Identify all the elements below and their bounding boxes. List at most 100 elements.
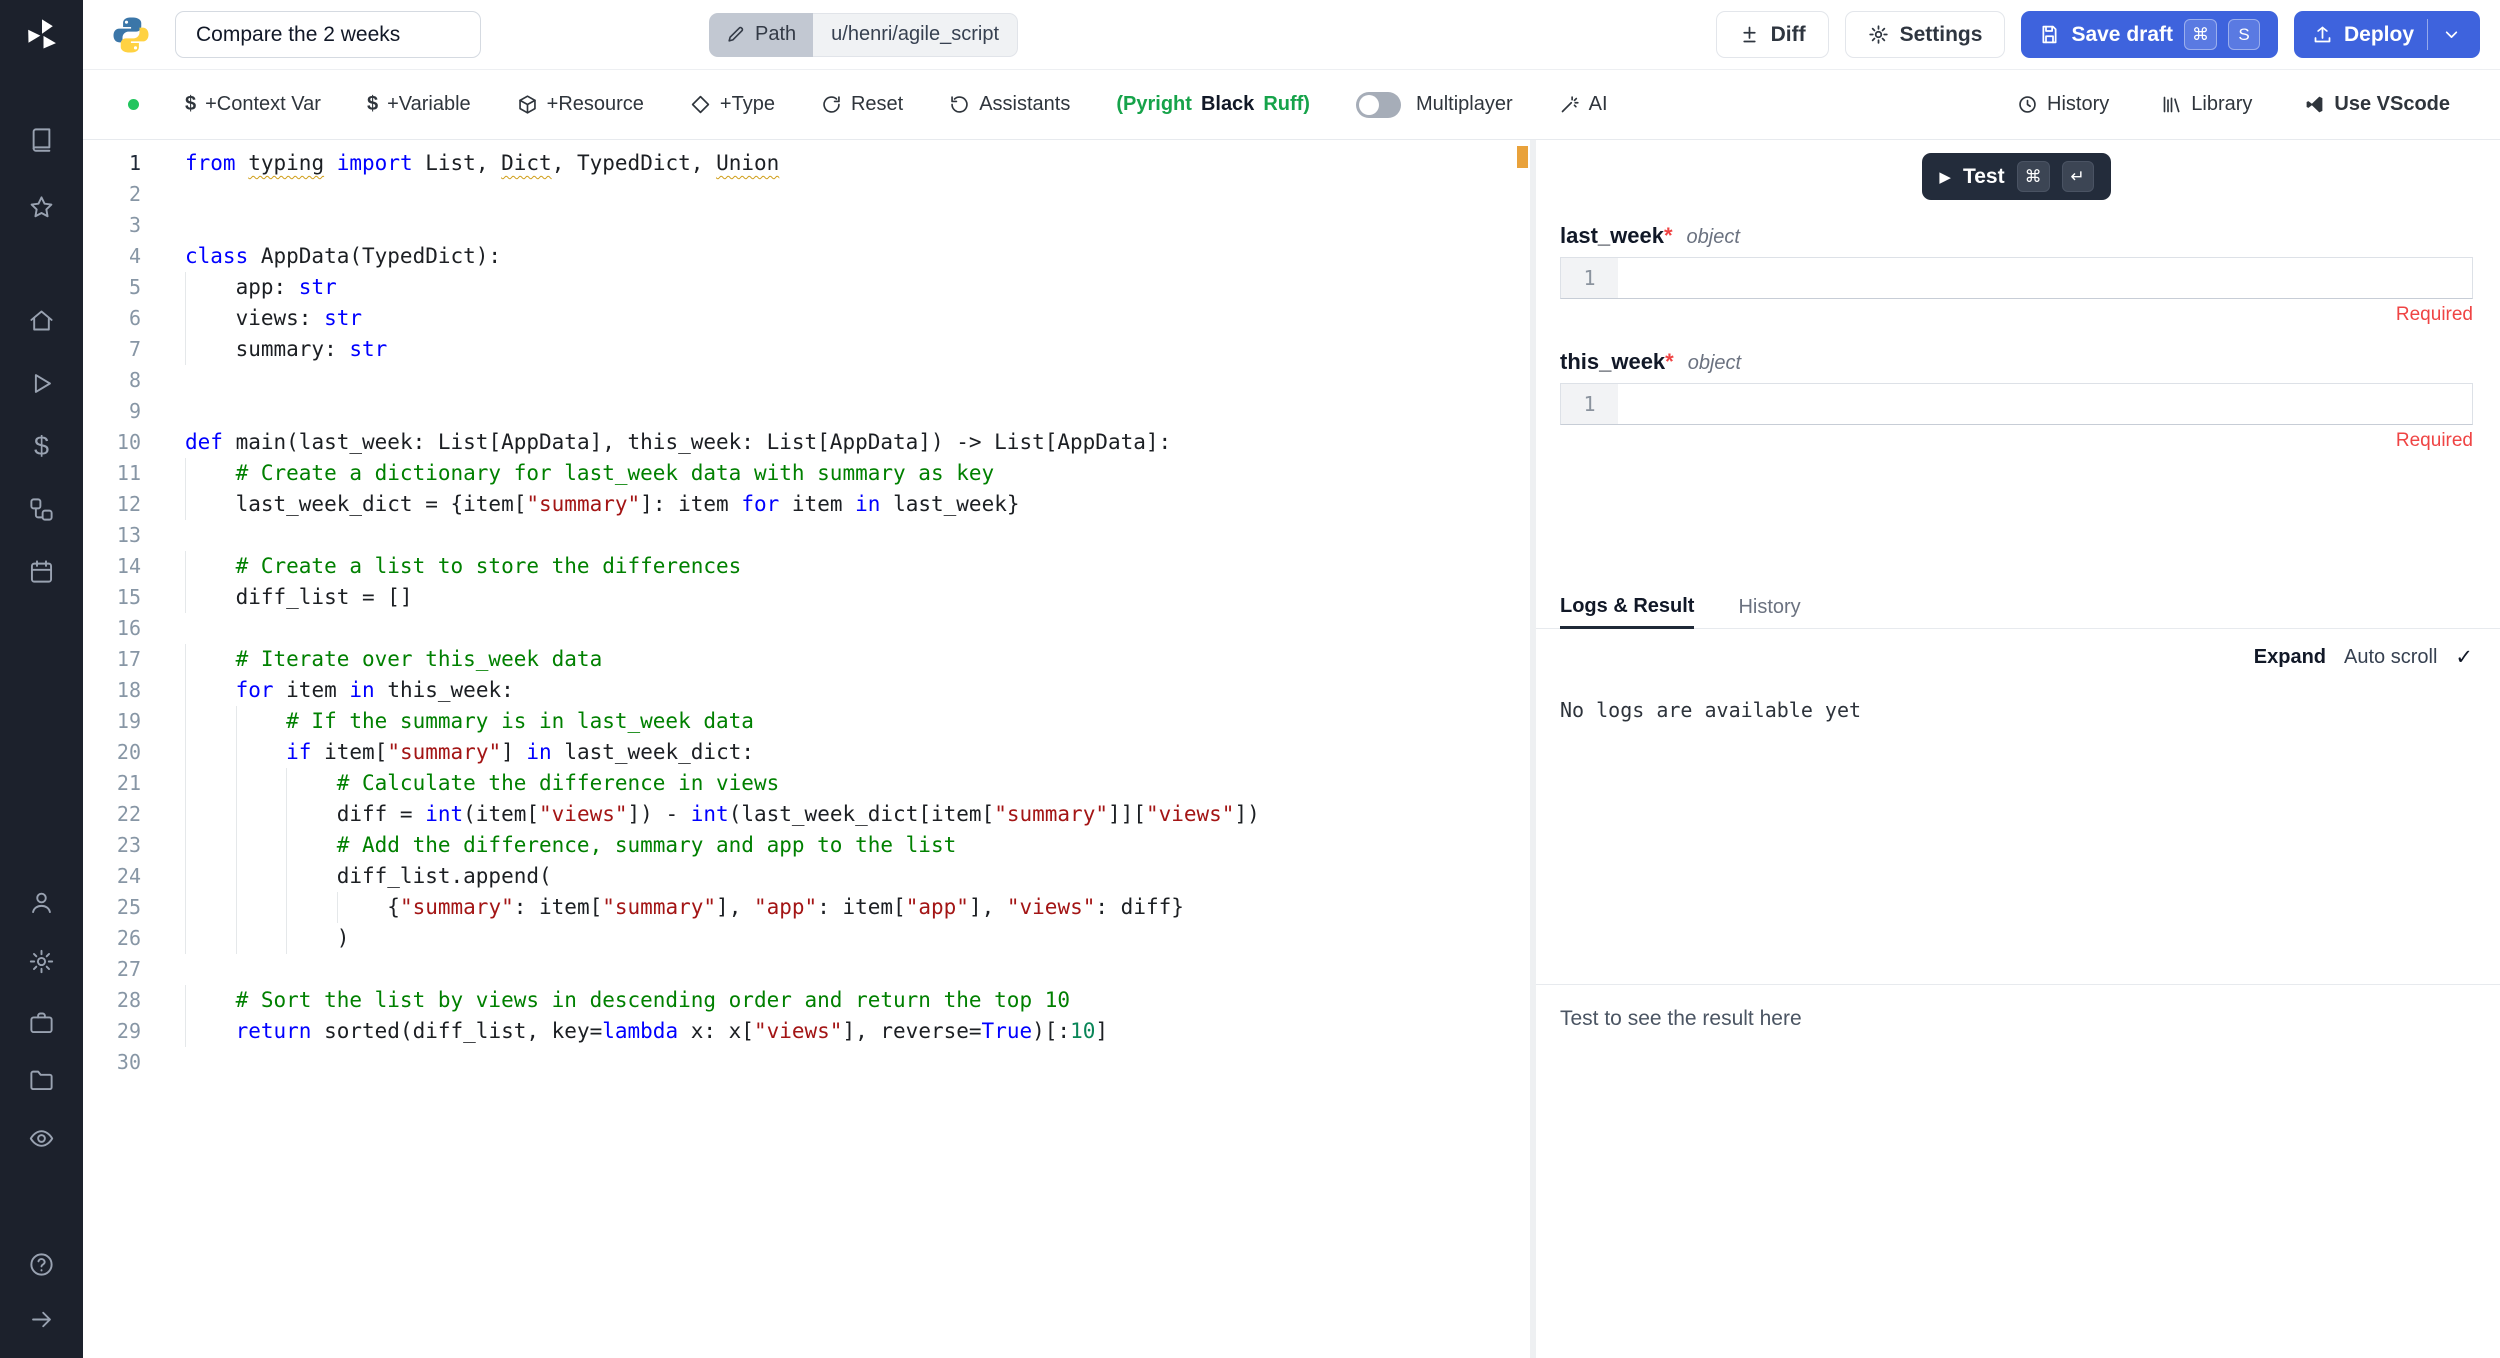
line-number[interactable]: 6: [83, 303, 141, 334]
line-number[interactable]: 26: [83, 923, 141, 954]
code-text[interactable]: ): [185, 923, 349, 954]
code-line[interactable]: 3: [83, 210, 1530, 241]
code-line[interactable]: 6 views: str: [83, 303, 1530, 334]
line-number[interactable]: 24: [83, 861, 141, 892]
line-number[interactable]: 22: [83, 799, 141, 830]
settings-button[interactable]: Settings: [1845, 11, 2006, 58]
code-text[interactable]: def main(last_week: List[AppData], this_…: [185, 427, 1171, 458]
sidebar-item-help[interactable]: [19, 1244, 65, 1284]
add-resource-button[interactable]: +Resource: [517, 93, 644, 116]
line-number[interactable]: 25: [83, 892, 141, 923]
reset-button[interactable]: Reset: [821, 93, 903, 116]
sidebar-item-docs[interactable]: [19, 119, 65, 159]
code-line[interactable]: 12 last_week_dict = {item["summary"]: it…: [83, 489, 1530, 520]
line-number[interactable]: 20: [83, 737, 141, 768]
code-text[interactable]: if item["summary"] in last_week_dict:: [185, 737, 754, 768]
tab-logs-result[interactable]: Logs & Result: [1560, 587, 1694, 629]
sidebar-item-expand[interactable]: [19, 1299, 65, 1339]
line-number[interactable]: 19: [83, 706, 141, 737]
code-line[interactable]: 13: [83, 520, 1530, 551]
overview-ruler[interactable]: [1516, 140, 1530, 1358]
assistants-status[interactable]: (Pyright Black Ruff): [1116, 93, 1310, 116]
line-number[interactable]: 30: [83, 1047, 141, 1078]
path-value[interactable]: u/henri/agile_script: [813, 13, 1018, 57]
code-line[interactable]: 19 # If the summary is in last_week data: [83, 706, 1530, 737]
code-line[interactable]: 27: [83, 954, 1530, 985]
sidebar-item-resources[interactable]: [19, 489, 65, 529]
sidebar-item-settings[interactable]: [19, 941, 65, 981]
code-line[interactable]: 21 # Calculate the difference in views: [83, 768, 1530, 799]
code-text[interactable]: app: str: [185, 272, 337, 303]
sidebar-item-audit-logs[interactable]: [19, 1118, 65, 1158]
code-text[interactable]: # Create a list to store the differences: [185, 551, 741, 582]
line-number[interactable]: 18: [83, 675, 141, 706]
line-number[interactable]: 12: [83, 489, 141, 520]
multiplayer-toggle[interactable]: [1356, 92, 1401, 118]
sidebar-item-variables[interactable]: $: [19, 426, 65, 466]
code-line[interactable]: 18 for item in this_week:: [83, 675, 1530, 706]
code-text[interactable]: diff_list = []: [185, 582, 413, 613]
code-line[interactable]: 20 if item["summary"] in last_week_dict:: [83, 737, 1530, 768]
arg-input-last-week[interactable]: 1: [1560, 257, 2473, 299]
line-number[interactable]: 8: [83, 365, 141, 396]
script-title-input[interactable]: Compare the 2 weeks: [175, 11, 481, 58]
arg-input-this-week[interactable]: 1: [1560, 383, 2473, 425]
code-text[interactable]: from typing import List, Dict, TypedDict…: [185, 148, 779, 179]
line-number[interactable]: 5: [83, 272, 141, 303]
line-number[interactable]: 13: [83, 520, 141, 551]
sidebar-item-workers[interactable]: [19, 1002, 65, 1042]
path-control[interactable]: Path u/henri/agile_script: [709, 13, 1018, 57]
code-line[interactable]: 29 return sorted(diff_list, key=lambda x…: [83, 1016, 1530, 1047]
line-number[interactable]: 3: [83, 210, 141, 241]
code-text[interactable]: diff = int(item["views"]) - int(last_wee…: [185, 799, 1260, 830]
add-type-button[interactable]: +Type: [690, 93, 775, 116]
code-editor[interactable]: 1 from typing import List, Dict, TypedDic…: [83, 140, 1530, 1358]
code-text[interactable]: # Iterate over this_week data: [185, 644, 602, 675]
code-line[interactable]: 14 # Create a list to store the differen…: [83, 551, 1530, 582]
deploy-button[interactable]: Deploy: [2294, 11, 2480, 58]
code-text[interactable]: # Sort the list by views in descending o…: [185, 985, 1070, 1016]
code-text[interactable]: # If the summary is in last_week data: [185, 706, 754, 737]
line-number[interactable]: 14: [83, 551, 141, 582]
line-number[interactable]: 11: [83, 458, 141, 489]
code-line[interactable]: 26 ): [83, 923, 1530, 954]
line-number[interactable]: 4: [83, 241, 141, 272]
line-number[interactable]: 2: [83, 179, 141, 210]
code-text[interactable]: return sorted(diff_list, key=lambda x: x…: [185, 1016, 1108, 1047]
line-number[interactable]: 1: [83, 148, 141, 179]
expand-button[interactable]: Expand: [2254, 646, 2326, 669]
sidebar-item-home[interactable]: [19, 300, 65, 340]
autoscroll-checkbox[interactable]: ✓: [2455, 645, 2473, 670]
line-number[interactable]: 16: [83, 613, 141, 644]
code-text[interactable]: # Add the difference, summary and app to…: [185, 830, 956, 861]
line-number[interactable]: 15: [83, 582, 141, 613]
code-line[interactable]: 25 {"summary": item["summary"], "app": i…: [83, 892, 1530, 923]
line-number[interactable]: 21: [83, 768, 141, 799]
chevron-down-icon[interactable]: [2441, 24, 2462, 45]
code-text[interactable]: views: str: [185, 303, 362, 334]
code-line[interactable]: 10 def main(last_week: List[AppData], thi…: [83, 427, 1530, 458]
line-number[interactable]: 17: [83, 644, 141, 675]
line-number[interactable]: 29: [83, 1016, 141, 1047]
code-text[interactable]: class AppData(TypedDict):: [185, 241, 501, 272]
line-number[interactable]: 9: [83, 396, 141, 427]
code-text[interactable]: # Calculate the difference in views: [185, 768, 779, 799]
sidebar-item-logo[interactable]: [19, 15, 65, 55]
use-vscode-button[interactable]: Use VScode: [2304, 93, 2450, 116]
diff-button[interactable]: Diff: [1716, 11, 1829, 58]
code-line[interactable]: 1 from typing import List, Dict, TypedDic…: [83, 148, 1530, 179]
code-text[interactable]: last_week_dict = {item["summary"]: item …: [185, 489, 1020, 520]
code-line[interactable]: 28 # Sort the list by views in descendin…: [83, 985, 1530, 1016]
line-number[interactable]: 10: [83, 427, 141, 458]
code-line[interactable]: 9: [83, 396, 1530, 427]
warning-marker[interactable]: [1517, 146, 1528, 168]
code-line[interactable]: 17 # Iterate over this_week data: [83, 644, 1530, 675]
sidebar-item-schedules[interactable]: [19, 551, 65, 591]
code-line[interactable]: 23 # Add the difference, summary and app…: [83, 830, 1530, 861]
code-line[interactable]: 24 diff_list.append(: [83, 861, 1530, 892]
code-line[interactable]: 7 summary: str: [83, 334, 1530, 365]
code-line[interactable]: 15 diff_list = []: [83, 582, 1530, 613]
path-edit-button[interactable]: Path: [709, 13, 813, 57]
line-number[interactable]: 7: [83, 334, 141, 365]
history-button[interactable]: History: [2017, 93, 2109, 116]
